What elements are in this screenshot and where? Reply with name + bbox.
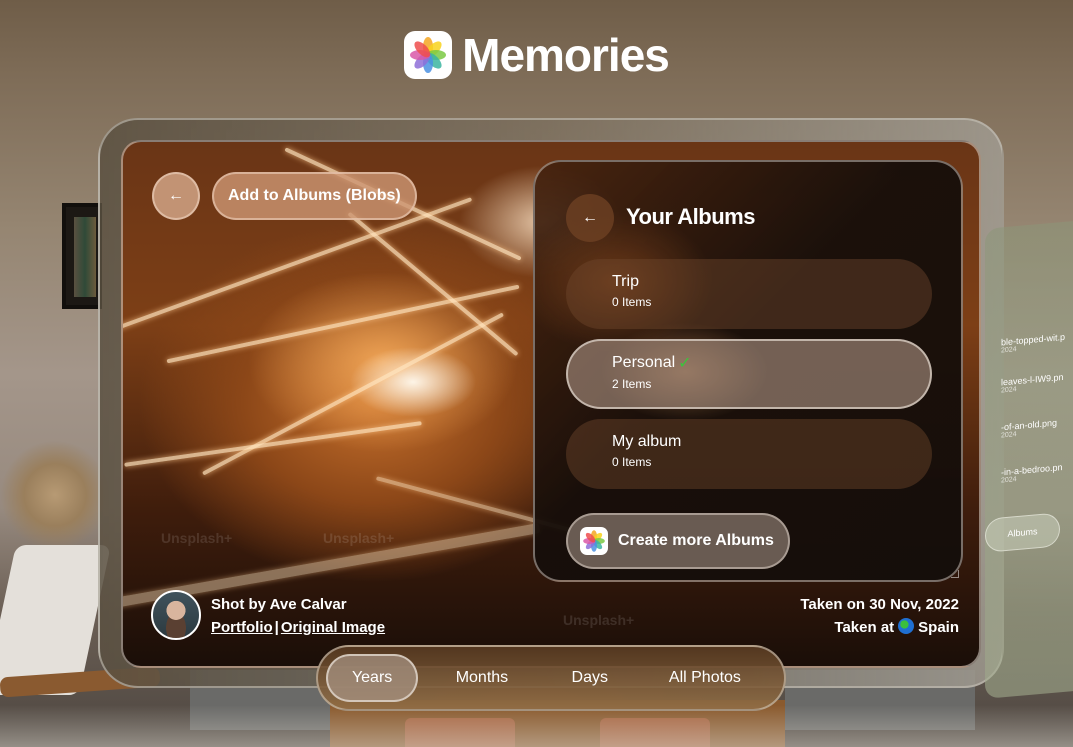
album-name: Trip [612, 273, 639, 290]
background-floor [0, 705, 1073, 747]
photo-back-button[interactable]: ← [152, 172, 200, 220]
photos-flower-icon [404, 31, 453, 79]
album-count: 0 Items [612, 295, 652, 309]
albums-panel-title: Your Albums [626, 204, 755, 229]
peek-file-row[interactable]: -in-a-bedroo.pn 2024 [1001, 462, 1063, 484]
arrow-left-icon: ← [582, 209, 598, 226]
light-streak [201, 312, 505, 476]
light-streak [124, 421, 422, 467]
resize-handle[interactable] [951, 570, 959, 578]
background-picture-frame [62, 203, 102, 309]
light-streak [347, 211, 519, 357]
separator: | [274, 619, 279, 636]
shot-by-text: Shot by Ave Calvar [211, 596, 347, 613]
tab-years[interactable]: Years [326, 654, 419, 702]
create-albums-label: Create more Albums [618, 532, 774, 549]
photographer-avatar [151, 590, 201, 640]
add-to-albums-button[interactable]: Add to Albums (Blobs) [212, 172, 417, 220]
albums-back-button[interactable]: ← [566, 194, 614, 242]
album-item-my-album[interactable]: My album 0 Items [566, 419, 932, 489]
album-name: My album [612, 433, 682, 450]
app-header: Memories [0, 28, 1073, 82]
album-count: 0 Items [612, 455, 652, 469]
album-item-trip[interactable]: Trip 0 Items [566, 259, 932, 329]
peek-albums-button[interactable]: Albums [985, 512, 1060, 553]
tab-months[interactable]: Months [418, 654, 545, 702]
create-albums-button[interactable]: Create more Albums [566, 513, 790, 569]
photo-taken-info: Taken on 30 Nov, 2022 Taken at Spain [800, 593, 959, 639]
check-icon: ✓ [678, 355, 692, 372]
photo: Unsplash+ Unsplash+ Unsplash+ ← Add to A… [121, 140, 981, 668]
globe-icon [898, 618, 915, 634]
photos-flower-icon [580, 527, 608, 555]
peek-file-row[interactable]: ble-topped-wit.p 2024 [1001, 332, 1065, 355]
tab-all-photos[interactable]: All Photos [634, 654, 776, 702]
photo-credit: Shot by Ave Calvar Portfolio | Original Im… [211, 593, 385, 639]
side-panel-peek: ble-topped-wit.p 2024 leaves-l-IW9.pn 20… [985, 221, 1073, 699]
watermark: Unsplash+ [161, 530, 233, 546]
taken-date: Taken on 30 Nov, 2022 [800, 596, 959, 613]
light-streak [166, 284, 520, 364]
portfolio-link[interactable]: Portfolio [211, 619, 273, 636]
album-count: 2 Items [612, 377, 652, 391]
peek-file-row[interactable]: leaves-l-IW9.pn 2024 [1001, 372, 1064, 394]
tab-days[interactable]: Days [546, 654, 634, 702]
album-item-personal[interactable]: Personal ✓ 2 Items [566, 339, 932, 409]
time-range-tabbar: Years Months Days All Photos [316, 645, 786, 711]
albums-panel: ← Your Albums Trip 0 Items Personal ✓ 2 … [533, 160, 963, 582]
watermark: Unsplash+ [563, 612, 635, 628]
original-image-link[interactable]: Original Image [281, 619, 385, 636]
peek-file-row[interactable]: -of-an-old.png 2024 [1001, 418, 1057, 440]
app-title: Memories [462, 29, 670, 81]
taken-location: Taken at Spain [834, 618, 959, 636]
watermark: Unsplash+ [323, 530, 395, 546]
background-plant [0, 440, 110, 550]
album-name: Personal ✓ [612, 354, 692, 372]
arrow-left-icon: ← [168, 187, 184, 204]
